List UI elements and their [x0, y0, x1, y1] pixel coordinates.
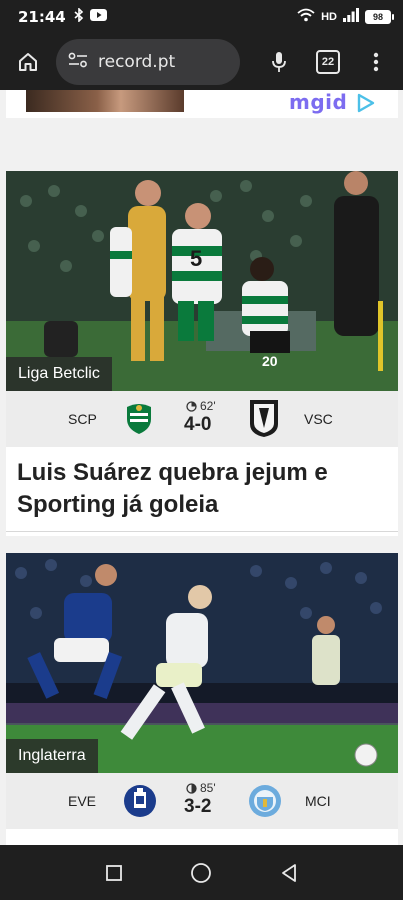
everton-crest-icon — [124, 785, 156, 817]
bluetooth-icon — [74, 6, 84, 27]
status-bar: 21:44 HD 98 — [0, 0, 403, 34]
match-minute: 62' — [186, 399, 216, 413]
system-navigation-bar — [0, 845, 403, 900]
tab-switcher-button[interactable]: 22 — [316, 50, 340, 74]
away-team-code: MCI — [305, 793, 331, 809]
match-score: 3-2 — [184, 796, 212, 817]
url-text[interactable]: record.pt — [98, 52, 175, 72]
article-headline[interactable]: Luis Suárez quebra jejum e Sporting já g… — [17, 457, 377, 521]
site-settings-icon[interactable] — [68, 52, 88, 73]
home-team-code: SCP — [68, 411, 97, 427]
live-clock-icon — [186, 782, 197, 794]
wifi-icon — [297, 8, 315, 27]
minute-text: 85' — [200, 781, 216, 795]
match-minute: 85' — [186, 781, 216, 795]
recents-button[interactable] — [97, 856, 131, 890]
ad-choices-icon[interactable] — [357, 93, 375, 113]
category-tag[interactable]: Inglaterra — [6, 739, 98, 773]
address-bar[interactable]: record.pt — [56, 39, 240, 85]
svg-text:20: 20 — [262, 353, 278, 369]
match-score-row[interactable]: SCP 62' 4-0 VSC — [6, 391, 398, 447]
signal-icon — [343, 7, 359, 27]
home-nav-button[interactable] — [184, 856, 218, 890]
live-clock-icon — [186, 400, 197, 412]
manchester-city-crest-icon — [249, 785, 281, 817]
ad-logo[interactable]: mgid — [289, 90, 347, 114]
away-team-code: VSC — [304, 411, 333, 427]
youtube-icon — [89, 8, 107, 26]
more-vert-icon — [373, 52, 379, 72]
voice-search-button[interactable] — [264, 44, 294, 80]
battery-icon: 98 — [365, 10, 394, 24]
network-type: HD — [321, 11, 337, 23]
page-content: mgid 5 20 Liga Betclic SCP 62' 4-0 VSC L… — [0, 90, 403, 845]
article-photo[interactable]: Inglaterra — [6, 553, 398, 773]
vitoria-guimaraes-crest-icon — [250, 400, 278, 437]
home-icon — [19, 53, 37, 71]
match-score: 4-0 — [184, 414, 212, 435]
status-time: 21:44 — [18, 8, 66, 26]
minute-text: 62' — [200, 399, 216, 413]
browser-toolbar: record.pt 22 — [0, 34, 403, 90]
home-team-code: EVE — [68, 793, 97, 809]
ad-banner[interactable]: mgid — [6, 90, 398, 118]
microphone-icon — [272, 52, 286, 72]
recents-icon — [105, 864, 122, 881]
back-icon — [282, 863, 297, 882]
divider — [6, 531, 398, 532]
category-tag[interactable]: Liga Betclic — [6, 357, 112, 391]
home-circle-icon — [191, 862, 212, 883]
home-button[interactable] — [10, 44, 46, 80]
back-button[interactable] — [272, 856, 306, 890]
match-score-row[interactable]: EVE 85' 3-2 MCI — [6, 773, 398, 829]
status-notification-icons — [74, 6, 107, 27]
article-card[interactable]: 5 20 Liga Betclic SCP 62' 4-0 VSC Luis S… — [6, 171, 398, 536]
article-card[interactable]: Inglaterra EVE 85' 3-2 MCI — [6, 553, 398, 845]
more-options-button[interactable] — [366, 44, 386, 80]
ad-image[interactable] — [26, 90, 184, 112]
sporting-crest-icon — [127, 404, 151, 434]
svg-text:5: 5 — [190, 246, 202, 271]
article-photo[interactable]: 5 20 Liga Betclic — [6, 171, 398, 391]
